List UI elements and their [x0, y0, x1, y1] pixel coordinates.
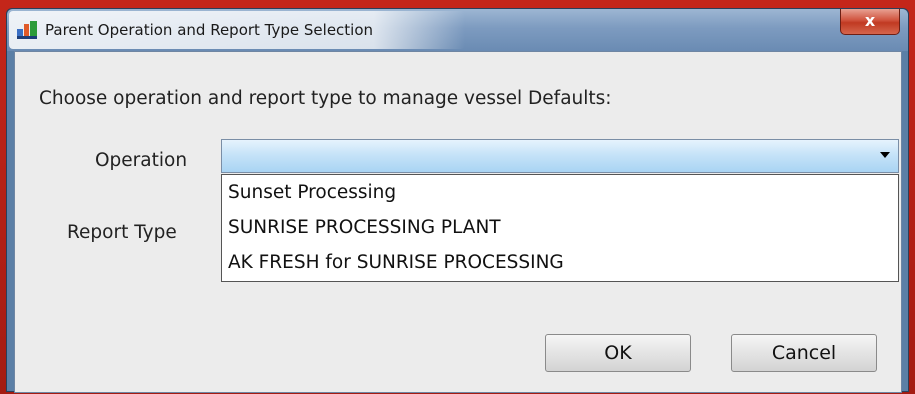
dropdown-option[interactable]: AK FRESH for SUNRISE PROCESSING	[222, 245, 898, 280]
chevron-down-icon[interactable]	[880, 152, 890, 158]
operation-dropdown-list: Sunset Processing SUNRISE PROCESSING PLA…	[221, 174, 899, 282]
app-icon	[17, 21, 37, 39]
close-button[interactable]: x	[840, 9, 900, 35]
dropdown-option[interactable]: Sunset Processing	[222, 175, 898, 210]
close-icon: x	[864, 11, 876, 30]
ok-button[interactable]: OK	[545, 334, 691, 372]
report-type-label: Report Type	[67, 222, 177, 243]
dropdown-option[interactable]: SUNRISE PROCESSING PLANT	[222, 210, 898, 245]
dialog-body: Choose operation and report type to mana…	[14, 51, 902, 393]
window-title: Parent Operation and Report Type Selecti…	[45, 21, 374, 39]
title-bar[interactable]: Parent Operation and Report Type Selecti…	[7, 9, 908, 51]
operation-label: Operation	[95, 150, 188, 171]
operation-combobox[interactable]	[221, 139, 899, 173]
dialog-window: Parent Operation and Report Type Selecti…	[6, 8, 909, 393]
cancel-button[interactable]: Cancel	[731, 334, 877, 372]
instruction-text: Choose operation and report type to mana…	[39, 88, 612, 109]
